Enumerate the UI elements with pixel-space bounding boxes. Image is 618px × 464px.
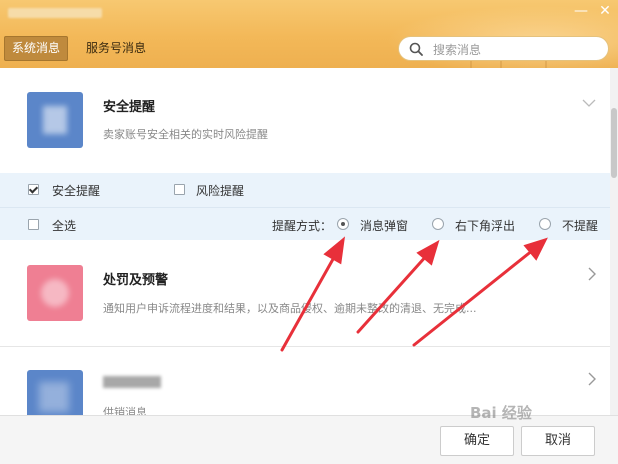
card-title: 安全提醒 [103,100,156,115]
card-title-redacted [103,376,161,388]
chevron-right-icon[interactable] [587,372,597,386]
security-alert-icon [27,92,83,148]
card-title: 处罚及预警 [103,273,169,288]
checkbox-label: 全选 [52,219,77,233]
chevron-down-icon[interactable] [582,98,596,108]
card-description: 通知用户申诉流程进度和结果，以及商品侵权、逾期未整改的清退、无完成... [103,302,477,315]
tab-system-messages[interactable]: 系统消息 [4,36,69,61]
reminder-mode-label: 提醒方式： [272,219,333,233]
alert-type-row: 安全提醒 风险提醒 [0,173,610,206]
radio-no-reminder[interactable] [539,218,551,230]
radio-label: 右下角浮出 [455,219,516,233]
supply-message-icon [27,370,83,415]
card-description: 卖家账号安全相关的实时风险提醒 [103,128,268,141]
search-icon [409,42,423,56]
scrollbar-thumb[interactable] [611,108,617,178]
message-category-list: 安全提醒 卖家账号安全相关的实时风险提醒 安全提醒 风险提醒 全选 提醒方式： … [0,68,610,415]
select-all-checkbox[interactable] [28,219,39,230]
tab-service-messages[interactable]: 服务号消息 [78,36,154,61]
search-input[interactable] [431,39,605,60]
close-icon[interactable]: ✕ [594,2,616,20]
security-alert-checkbox[interactable] [28,184,39,195]
card-description: 供销消息 [103,406,147,415]
minimize-icon[interactable]: — [570,2,592,20]
card-penalty-warning[interactable]: 处罚及预警 通知用户申诉流程进度和结果，以及商品侵权、逾期未整改的清退、无完成.… [0,241,610,346]
radio-label: 消息弹窗 [360,219,409,233]
radio-label: 不提醒 [562,219,599,233]
radio-bottom-right[interactable] [432,218,444,230]
search-box[interactable] [398,36,609,61]
notification-options-panel: 安全提醒 风险提醒 全选 提醒方式： 消息弹窗 右下角浮出 不提醒 [0,173,610,240]
checkbox-label: 安全提醒 [52,184,101,198]
chevron-right-icon[interactable] [587,267,597,281]
confirm-button[interactable]: 确定 [440,426,514,456]
penalty-warning-icon [27,265,83,321]
window-title-redacted [8,8,102,18]
checkbox-label: 风险提醒 [196,184,245,198]
reminder-mode-row: 全选 提醒方式： 消息弹窗 右下角浮出 不提醒 [0,207,610,241]
radio-popup[interactable] [337,218,349,230]
risk-alert-checkbox[interactable] [174,184,185,195]
watermark: Bai 经验 [470,404,532,422]
cancel-button[interactable]: 取消 [521,426,595,456]
scrollbar[interactable] [610,68,618,415]
card-security-alert[interactable]: 安全提醒 卖家账号安全相关的实时风险提醒 [0,68,610,173]
window-header: — ✕ 系统消息 服务号消息 [0,0,618,68]
